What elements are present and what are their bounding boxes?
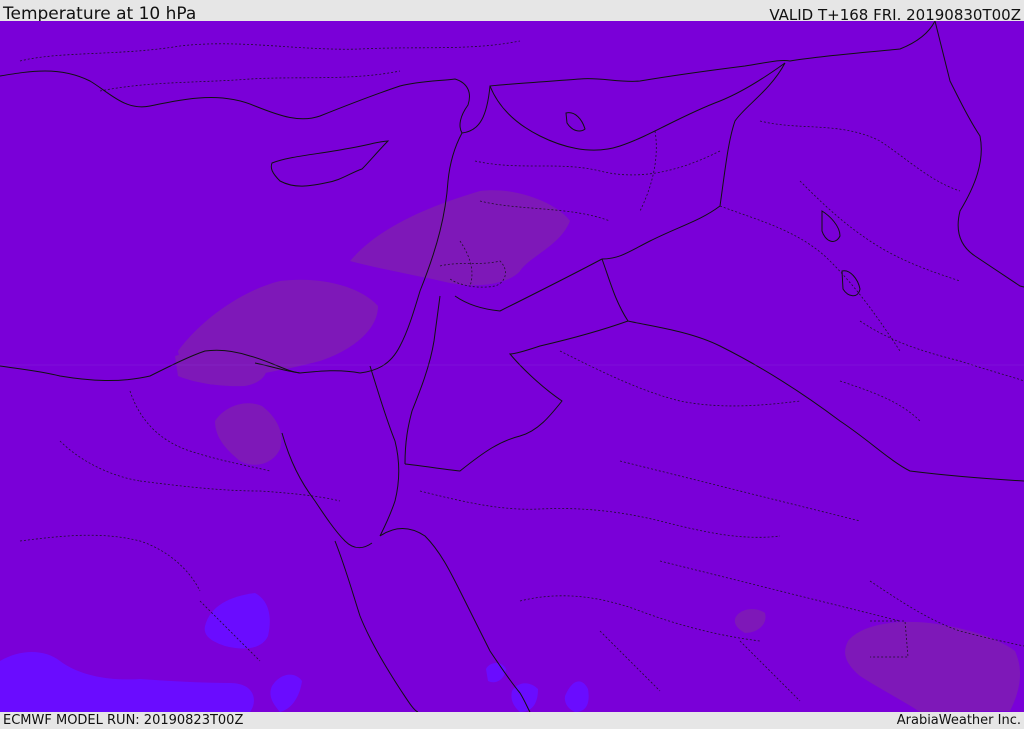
map-canvas bbox=[0, 21, 1024, 712]
header-bar: Temperature at 10 hPa VALID T+168 FRI. 2… bbox=[0, 0, 1024, 24]
footer-bar: ECMWF MODEL RUN: 20190823T00Z ArabiaWeat… bbox=[0, 712, 1024, 729]
model-run-label: ECMWF MODEL RUN: 20190823T00Z bbox=[3, 713, 244, 728]
temperature-field bbox=[0, 21, 1024, 712]
credit-label: ArabiaWeather Inc. bbox=[896, 713, 1021, 728]
weather-map[interactable] bbox=[0, 21, 1024, 712]
